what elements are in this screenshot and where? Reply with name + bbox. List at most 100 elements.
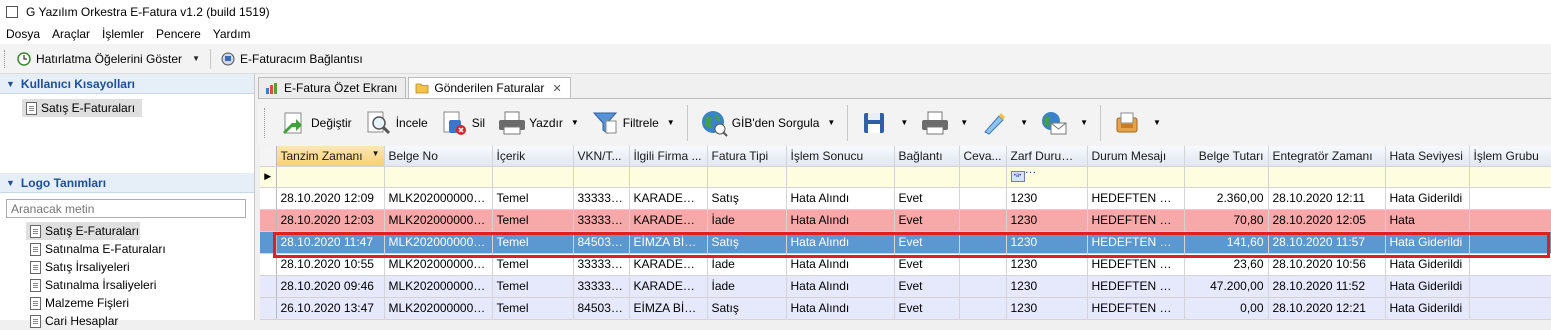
chevron-down-icon[interactable]: ▼ <box>192 54 200 63</box>
cell-baglanti: Evet <box>894 209 960 232</box>
row-pointer-icon: ▶ <box>260 166 277 188</box>
menu-dosya[interactable]: Dosya <box>6 27 40 41</box>
column-header-belge-tutari[interactable]: Belge Tutarı <box>1184 146 1269 167</box>
filter-cell[interactable] <box>1268 166 1386 188</box>
cell-tanzim-zamani: 28.10.2020 09:46 <box>276 275 385 298</box>
chevron-down-icon[interactable]: ▼ <box>827 118 835 127</box>
sidebar-item-material-slips[interactable]: Malzeme Fişleri <box>26 294 254 312</box>
row-indicator <box>260 231 277 254</box>
table-row[interactable]: 28.10.2020 12:09 MLK2020000000020 Temel 333… <box>260 187 1551 210</box>
cell-belge-tutari: 23,60 <box>1184 253 1269 276</box>
column-header-tanzim-zamani[interactable]: Tanzim Zamanı ▼ <box>276 146 385 167</box>
menu-bar: Dosya Araçlar İşlemler Pencere Yardım <box>0 24 1551 44</box>
filter-cell[interactable] <box>1184 166 1269 188</box>
menu-araclar[interactable]: Araçlar <box>52 27 90 41</box>
chevron-down-icon[interactable]: ▼ <box>900 118 908 127</box>
column-header-baglanti[interactable]: Bağlantı <box>894 146 960 167</box>
chevron-down-icon[interactable]: ▼ <box>1020 118 1028 127</box>
search-input[interactable] <box>6 199 246 218</box>
delete-button[interactable]: Sil <box>434 103 491 143</box>
cell-durum-mesaji: HEDEFTEN SİSTE... <box>1087 209 1185 232</box>
chevron-down-icon[interactable]: ▼ <box>667 118 675 127</box>
filter-operator-icon[interactable]: •a• <box>1010 171 1025 182</box>
column-header-islem-grubu[interactable]: İşlem Grubu <box>1469 146 1551 167</box>
filter-cell-zarf-durum[interactable]: •a• <box>1006 166 1088 188</box>
column-header-fatura-tipi[interactable]: Fatura Tipi <box>707 146 787 167</box>
archive-button[interactable]: ▼ <box>1107 103 1167 143</box>
tab-sent-invoices[interactable]: Gönderilen Faturalar ✕ <box>408 77 571 98</box>
filter-cell[interactable] <box>1087 166 1185 188</box>
cell-vkn: 8450319... <box>573 297 630 320</box>
filter-cell[interactable] <box>573 166 630 188</box>
sidebar-item-current-accounts[interactable]: Cari Hesaplar <box>26 312 254 330</box>
shortcut-sales-einvoices[interactable]: Satış E-Faturaları <box>22 99 142 117</box>
filter-cell[interactable] <box>894 166 960 188</box>
sidebar-item-sales-waybills[interactable]: Satış İrsaliyeleri <box>26 258 254 276</box>
efaturacim-connect-button[interactable]: E-Faturacım Bağlantısı <box>217 47 367 71</box>
show-reminders-button[interactable]: Hatırlatma Öğelerini Göster ▼ <box>13 47 204 71</box>
cell-icerik: Temel <box>492 209 574 232</box>
print-options-button[interactable]: ▼ <box>914 103 974 143</box>
gib-query-button[interactable]: GİB'den Sorgula ▼ <box>694 103 842 143</box>
filter-cell[interactable] <box>629 166 708 188</box>
document-icon <box>26 101 37 115</box>
print-button[interactable]: Yazdır ▼ <box>491 103 585 143</box>
column-header-islem-sonucu[interactable]: İşlem Sonucu <box>786 146 895 167</box>
filter-cell[interactable] <box>492 166 574 188</box>
filter-cell[interactable] <box>1469 166 1551 188</box>
filter-cell[interactable] <box>707 166 787 188</box>
filter-button[interactable]: Filtrele ▼ <box>585 103 681 143</box>
filter-cell[interactable] <box>786 166 895 188</box>
toolbar-grip[interactable] <box>4 49 7 68</box>
row-indicator <box>260 253 277 276</box>
column-header-vkn[interactable]: VKN/T... <box>573 146 630 167</box>
column-header-durum-mesaji[interactable]: Durum Mesajı <box>1087 146 1185 167</box>
filter-cell[interactable] <box>1385 166 1470 188</box>
logo-definitions-header[interactable]: ▼ Logo Tanımları <box>0 173 254 193</box>
window-title: G Yazılım Orkestra E-Fatura v1.2 (build … <box>26 5 270 19</box>
cell-hata-seviyesi: Hata <box>1385 209 1470 232</box>
pen-icon <box>980 109 1008 137</box>
chevron-down-icon[interactable]: ▼ <box>571 118 579 127</box>
sidebar-item-sales-einvoices[interactable]: Satış E-Faturaları <box>26 222 140 240</box>
cell-baglanti: Evet <box>894 187 960 210</box>
filter-cell[interactable] <box>959 166 1007 188</box>
email-globe-icon <box>1040 109 1068 137</box>
table-row[interactable]: 28.10.2020 10:55 MLK2020000000017 Temel 333… <box>260 253 1551 276</box>
sidebar-item-purchase-waybills[interactable]: Satınalma İrsaliyeleri <box>26 276 254 294</box>
table-row[interactable]: 28.10.2020 09:46 MLK2020000000016 Temel 333… <box>260 275 1551 298</box>
column-header-belge-no[interactable]: Belge No <box>384 146 493 167</box>
cell-durum-mesaji: HEDEFTEN SİSTE... <box>1087 253 1185 276</box>
chevron-down-icon[interactable]: ▼ <box>960 118 968 127</box>
shortcuts-header[interactable]: ▼ Kullanıcı Kısayolları <box>0 74 254 94</box>
toolbar-grip[interactable] <box>264 107 267 138</box>
table-row-selected[interactable]: 28.10.2020 11:47 MLK2020000000018 Temel 845… <box>260 231 1551 254</box>
filter-cell[interactable] <box>384 166 493 188</box>
menu-islemler[interactable]: İşlemler <box>102 27 144 41</box>
menu-yardim[interactable]: Yardım <box>213 27 251 41</box>
chevron-down-icon[interactable]: ▼ <box>1153 118 1161 127</box>
email-button[interactable]: ▼ <box>1034 103 1094 143</box>
cell-fatura-tipi: Satış <box>707 187 787 210</box>
column-header-ilgili-firma[interactable]: İlgili Firma ... <box>629 146 708 167</box>
sidebar-item-label: Cari Hesaplar <box>45 314 119 328</box>
column-header-hata-seviyesi[interactable]: Hata Seviyesi <box>1385 146 1470 167</box>
save-button[interactable]: ▼ <box>854 103 914 143</box>
inspect-button[interactable]: İncele <box>358 103 434 143</box>
column-header-cevap[interactable]: Ceva... <box>959 146 1007 167</box>
filter-cell[interactable] <box>276 166 385 188</box>
chevron-down-icon[interactable]: ▼ <box>1080 118 1088 127</box>
menu-pencere[interactable]: Pencere <box>156 27 201 41</box>
column-header-entegrator-zamani[interactable]: Entegratör Zamanı <box>1268 146 1386 167</box>
table-row[interactable]: 28.10.2020 12:03 MLK2020000000019 Temel 333… <box>260 209 1551 232</box>
tag-button[interactable]: ▼ <box>974 103 1034 143</box>
table-row[interactable]: 26.10.2020 13:47 MLK2020000000011 Temel 845… <box>260 297 1551 320</box>
close-icon[interactable]: ✕ <box>552 82 561 95</box>
column-header-zarf-durum[interactable]: Zarf Durum ... <box>1006 146 1088 167</box>
cell-hata-seviyesi: Hata Giderildi <box>1385 187 1470 210</box>
column-header-icerik[interactable]: İçerik <box>492 146 574 167</box>
edit-button[interactable]: Değiştir <box>273 103 358 143</box>
sidebar-item-purchase-einvoices[interactable]: Satınalma E-Faturaları <box>26 240 254 258</box>
cell-belge-tutari: 0,00 <box>1184 297 1269 320</box>
tab-einvoice-summary[interactable]: E-Fatura Özet Ekranı <box>258 77 407 98</box>
